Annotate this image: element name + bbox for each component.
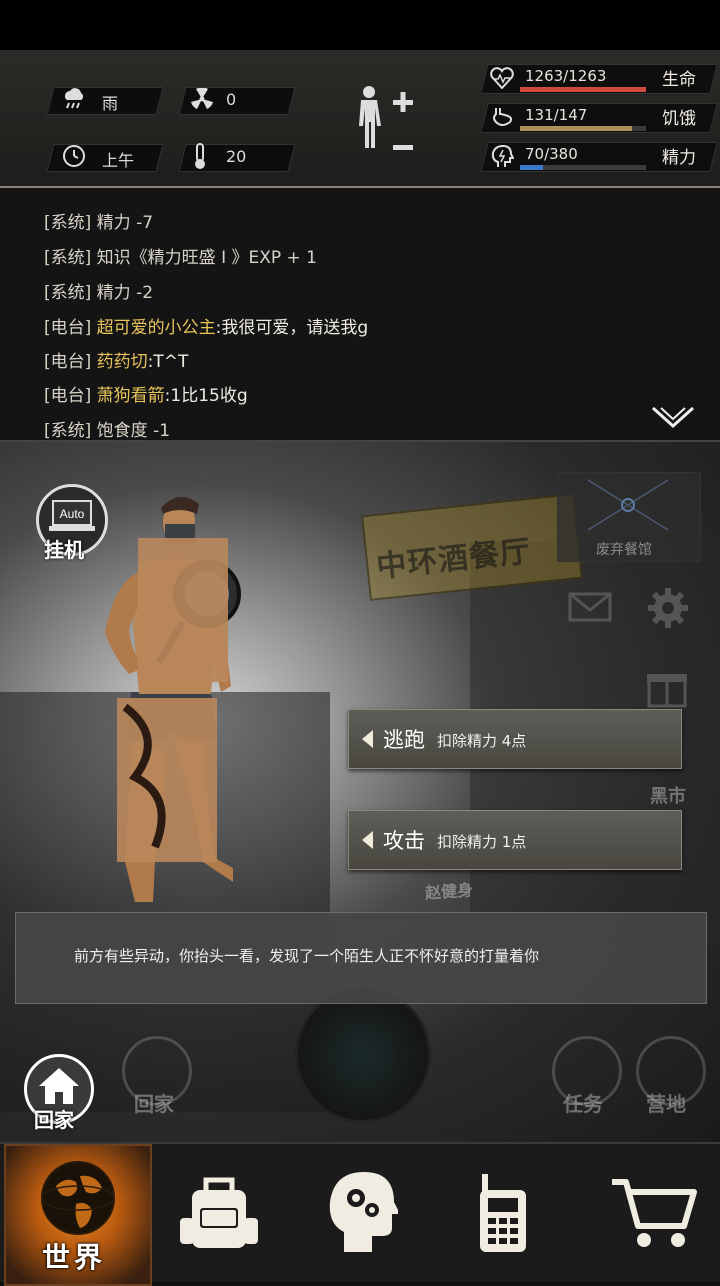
energy-value: 70/380 [525,145,578,163]
time-text: 上午 [102,151,135,170]
camp-label: 营地 [646,1092,686,1116]
radiation-value: 0 [226,90,237,109]
flee-label: 逃跑 [383,728,425,752]
log-line: [电台] 超可爱的小公主:我很可爱，请送我g [44,318,369,338]
hunger-bar [520,126,646,131]
weather-text: 雨 [102,94,119,113]
laptop-icon: Auto [49,500,95,531]
walkie-talkie-icon[interactable] [474,1168,538,1256]
event-message-box: 前方有些异动，你抬头一看，发现了一个陌生人正不怀好意的打量着你 [15,912,707,1004]
backpack-icon[interactable] [178,1174,258,1252]
energy-label: 精力 [662,148,696,168]
heart-icon [490,67,514,89]
expand-log-icon[interactable] [650,404,696,432]
stomach-icon [493,108,513,126]
left-arrow-icon [362,730,373,748]
temperature-value: 20 [226,147,247,166]
rain-icon [65,88,84,109]
shopping-cart-icon[interactable] [610,1178,700,1252]
attack-button[interactable]: 攻击 扣除精力 1点 [348,810,682,870]
stranger-character [105,496,241,902]
brain-energy-icon [491,145,514,167]
log-line: [系统] 精力 -2 [44,283,154,303]
event-message: 前方有些异动，你抬头一看，发现了一个陌生人正不怀好意的打量着你 [74,947,540,965]
nav-world-label: 世界 [42,1241,107,1274]
location-label: 废弃餐馆 [596,542,652,558]
log-line: [系统] 知识《精力旺盛 I 》EXP + 1 [44,248,317,268]
hunger-value: 131/147 [525,106,588,124]
encounter-scene: 中环酒餐厅 废弃餐馆 黑市 赵健身 Auto 挂机 逃跑 扣除精力 4点 攻击 … [0,442,720,1142]
go-home-label: 回家 [34,1108,74,1132]
character-body-button[interactable] [348,84,418,170]
mail-icon[interactable] [568,592,612,622]
log-line: [电台] 萧狗看箭:1比15收g [44,386,248,406]
home-ghost-label: 回家 [134,1092,174,1116]
clock-icon [63,145,85,167]
attack-cost: 扣除精力 1点 [437,833,527,851]
hp-bar [520,87,646,92]
log-line: [电台] 药药切:T^T [44,352,189,372]
hunger-label: 饥饿 [662,109,696,129]
gift-icon[interactable] [645,664,689,708]
message-log[interactable]: [系统] 精力 -7 [系统] 知识《精力旺盛 I 》EXP + 1 [系统] … [0,188,720,442]
radiation-icon [191,88,213,109]
task-label: 任务 [563,1092,603,1116]
gym-label: 赵健身 [424,880,474,903]
status-panel: 雨 0 上午 20 1263/1263 生命 131/147 饥饿 70/380… [0,50,720,188]
gear-icon[interactable] [646,586,690,630]
log-line: [系统] 饱食度 -1 [44,421,171,441]
crosshair-icon [587,479,669,531]
flee-cost: 扣除精力 4点 [437,732,527,750]
bottom-navigation: 世界 [0,1142,720,1286]
skills-head-icon[interactable] [326,1170,398,1254]
left-arrow-icon [362,831,373,849]
flee-button[interactable]: 逃跑 扣除精力 4点 [348,709,682,769]
top-strip [0,0,720,50]
home-icon [39,1068,79,1104]
hp-label: 生命 [662,70,696,90]
energy-bar [520,165,646,170]
nav-world[interactable]: 世界 [4,1144,152,1286]
hp-value: 1263/1263 [525,67,607,85]
attack-label: 攻击 [383,829,425,853]
svg-text:Auto: Auto [60,507,85,521]
log-line: [系统] 精力 -7 [44,213,154,233]
location-marker[interactable]: 废弃餐馆 [557,472,701,562]
idle-label: 挂机 [44,538,84,562]
black-market-label[interactable]: 黑市 [650,782,686,808]
thermometer-icon [195,143,205,169]
globe-icon [41,1161,115,1235]
radar-compass[interactable] [295,987,431,1123]
